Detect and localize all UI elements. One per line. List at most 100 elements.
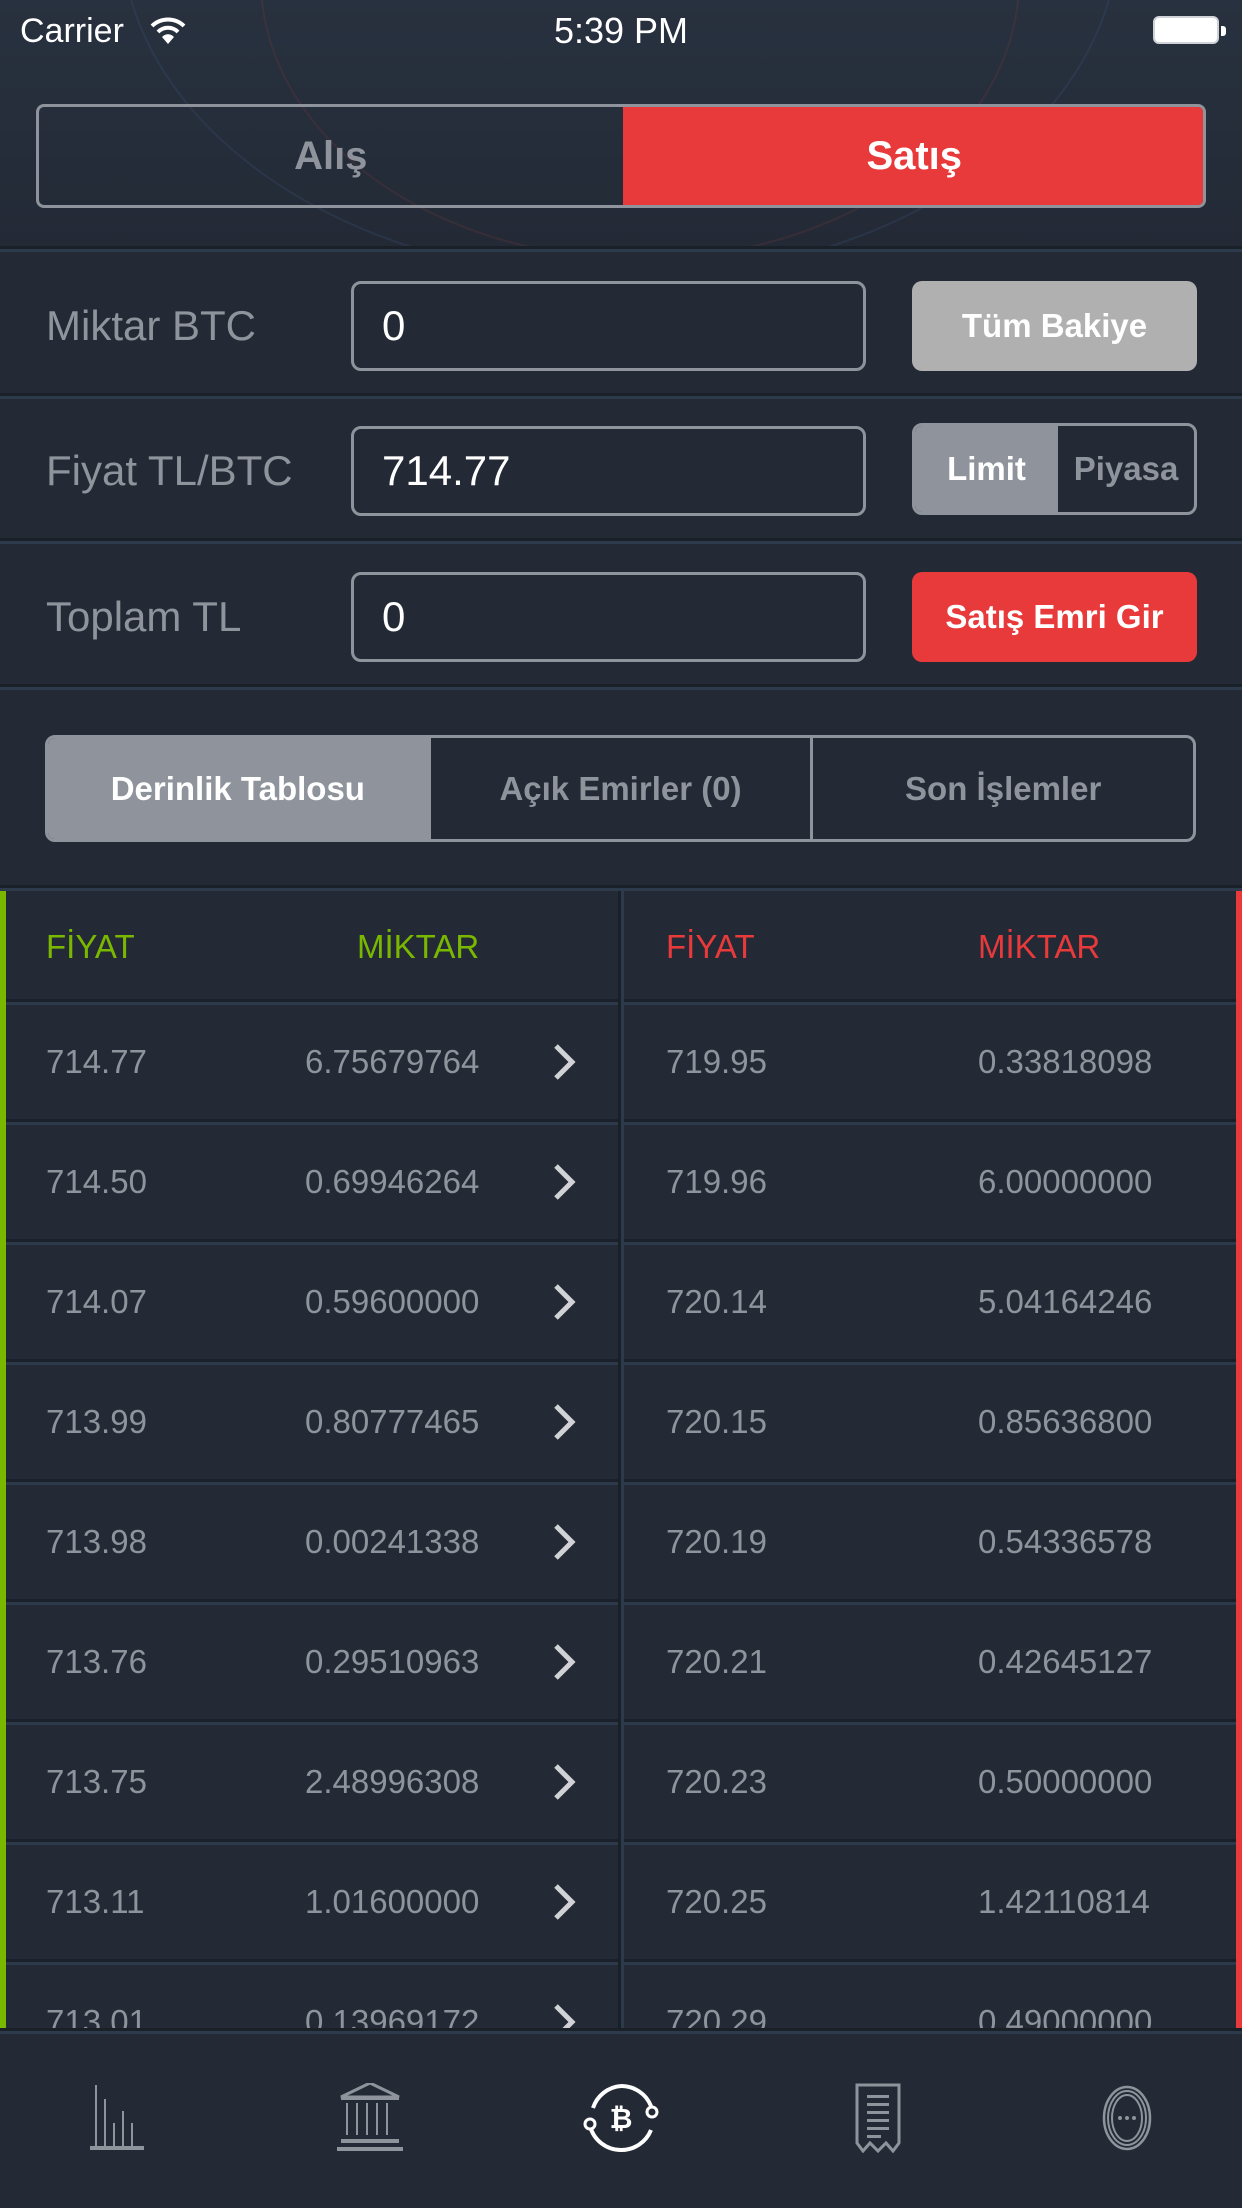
more-icon [1102,2085,1152,2151]
chevron-right-icon[interactable] [546,1522,582,1562]
tab-recent-trades[interactable]: Son İşlemler [810,738,1193,839]
bid-entry[interactable]: 714.50 0.69946264 [6,1125,618,1239]
total-row: Toplam TL Satış Emri Gir [0,572,1242,662]
tab-orders[interactable] [818,2058,938,2178]
ask-entry[interactable]: 719.95 0.33818098 [624,1005,1236,1119]
bid-amount: 0.13969172 [305,2003,480,2028]
column-divider [618,891,624,2028]
chevron-right-icon[interactable] [546,1762,582,1802]
bitcoin-exchange-icon: ₿ [583,2083,659,2153]
divider [0,684,1242,690]
submit-sell-order-button[interactable]: Satış Emri Gir [912,572,1197,662]
price-input[interactable] [351,426,866,516]
chevron-right-icon[interactable] [546,1402,582,1442]
ask-amount: 0.33818098 [978,1043,1153,1080]
bid-entry[interactable]: 714.77 6.75679764 [6,1005,618,1119]
ask-amount: 0.50000000 [978,1763,1153,1800]
tab-bar: ₿ [0,2028,1242,2208]
status-bar: Carrier 5:39 PM [0,0,1242,60]
ask-price: 719.95 [666,1043,767,1080]
bid-entry[interactable]: 714.07 0.59600000 [6,1245,618,1359]
ask-entry[interactable]: 720.21 0.42645127 [624,1605,1236,1719]
bid-amount: 0.80777465 [305,1403,480,1440]
market-chart-icon [90,2085,144,2150]
divider [0,2028,1242,2034]
buy-sell-selector: Alış Satış [36,104,1206,208]
market-option[interactable]: Piyasa [1058,426,1194,512]
ask-entry[interactable]: 720.19 0.54336578 [624,1485,1236,1599]
receipt-icon [855,2083,901,2153]
full-balance-button[interactable]: Tüm Bakiye [912,281,1197,371]
bid-entry[interactable]: 713.98 0.00241338 [6,1485,618,1599]
ask-price: 720.21 [666,1643,767,1680]
bid-price: 714.07 [46,1283,147,1320]
ask-entry[interactable]: 719.96 6.00000000 [624,1125,1236,1239]
limit-option[interactable]: Limit [915,426,1058,512]
amount-label: Miktar BTC [46,302,256,349]
ask-entry[interactable]: 720.25 1.42110814 [624,1845,1236,1959]
battery-icon [1153,16,1226,44]
ask-price: 720.23 [666,1763,767,1800]
total-label: Toplam TL [46,593,242,640]
bid-amount: 0.59600000 [305,1283,480,1320]
ask-price: 720.25 [666,1883,767,1920]
price-label: Fiyat TL/BTC [46,447,293,494]
order-book: FİYAT MİKTAR FİYAT MİKTAR 714.77 6.756797… [0,885,1242,2028]
order-type-toggle: Limit Piyasa [912,423,1197,515]
tab-bank[interactable] [310,2058,430,2178]
ask-amount: 0.85636800 [978,1403,1153,1440]
ask-price: 720.29 [666,2003,767,2028]
divider [0,393,1242,399]
ask-entry[interactable]: 720.15 0.85636800 [624,1365,1236,1479]
bank-icon [337,2083,403,2151]
bid-price: 713.76 [46,1643,147,1680]
bid-price: 714.50 [46,1163,147,1200]
chevron-right-icon[interactable] [546,1882,582,1922]
ask-amount: 0.49000000 [978,2003,1153,2028]
chevron-right-icon[interactable] [546,1282,582,1322]
tab-open-orders[interactable]: Açık Emirler (0) [427,738,811,839]
chevron-right-icon[interactable] [546,1042,582,1082]
amount-input[interactable] [351,281,866,371]
ask-amount: 5.04164246 [978,1283,1153,1320]
bid-amount: 0.69946264 [305,1163,480,1200]
ask-amount: 1.42110814 [978,1883,1150,1920]
bid-entry[interactable]: 713.01 0.13969172 [6,1965,618,2028]
tab-more[interactable] [1067,2058,1187,2178]
ask-entry[interactable]: 720.23 0.50000000 [624,1725,1236,1839]
bid-amount: 0.29510963 [305,1643,480,1680]
chevron-right-icon[interactable] [546,1642,582,1682]
bid-price: 714.77 [46,1043,147,1080]
divider [0,538,1242,544]
sell-tab[interactable]: Satış [622,107,1203,205]
ask-entry[interactable]: 720.14 5.04164246 [624,1245,1236,1359]
ask-price: 720.19 [666,1523,767,1560]
chevron-right-icon[interactable] [546,1162,582,1202]
bid-price-header: FİYAT [46,928,135,965]
bid-amount: 1.01600000 [305,1883,480,1920]
bid-amount: 6.75679764 [305,1043,480,1080]
bid-entry[interactable]: 713.11 1.01600000 [6,1845,618,1959]
buy-tab[interactable]: Alış [39,107,623,205]
ask-amount-header: MİKTAR [978,928,1101,965]
ask-entry[interactable]: 720.29 0.49000000 [624,1965,1236,2028]
tab-depth-table[interactable]: Derinlik Tablosu [48,738,428,839]
bid-price: 713.01 [46,2003,147,2028]
svg-text:₿: ₿ [610,2102,633,2135]
divider [0,246,1242,252]
bid-entry[interactable]: 713.75 2.48996308 [6,1725,618,1839]
bid-price: 713.11 [46,1883,145,1920]
tab-trade[interactable]: ₿ [561,2058,681,2178]
ask-price: 719.96 [666,1163,767,1200]
ask-amount: 0.54336578 [978,1523,1153,1560]
bid-price: 713.75 [46,1763,147,1800]
bid-entry[interactable]: 713.76 0.29510963 [6,1605,618,1719]
clock: 5:39 PM [553,10,689,51]
bid-amount-header: MİKTAR [357,928,480,965]
total-input[interactable] [351,572,866,662]
price-row: Fiyat TL/BTC Limit Piyasa [0,423,1242,516]
tab-market[interactable] [63,2058,183,2178]
chevron-right-icon[interactable] [546,2002,582,2028]
bid-entry[interactable]: 713.99 0.80777465 [6,1365,618,1479]
bid-amount: 2.48996308 [305,1763,480,1800]
